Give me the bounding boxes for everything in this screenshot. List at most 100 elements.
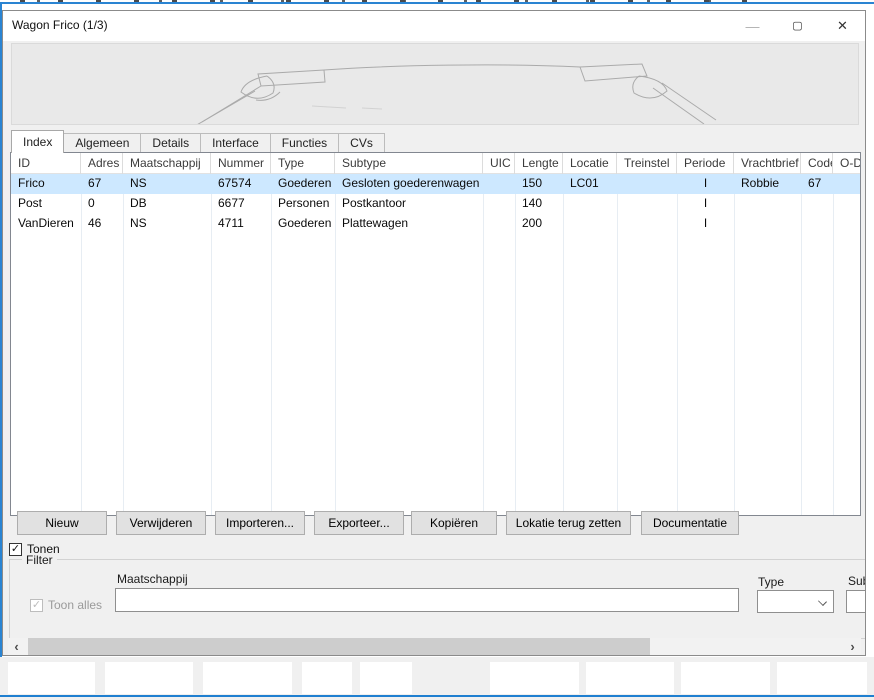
cell-subtype: Postkantoor	[335, 194, 483, 214]
background-window-border-bottom	[0, 695, 874, 697]
background-window-border-top	[0, 2, 874, 4]
cell-type: Personen	[271, 194, 335, 214]
column-header-subtype[interactable]: Subtype	[335, 153, 483, 174]
copy-button[interactable]: Kopiëren	[411, 511, 497, 535]
cell-code: 67	[801, 174, 833, 194]
type-dropdown[interactable]	[757, 590, 834, 613]
background-button[interactable]	[360, 662, 412, 694]
cell-vrachtbrief	[734, 194, 801, 214]
tab-index[interactable]: Index	[11, 130, 64, 153]
tab-strip: Index Algemeen Details Interface Functie…	[11, 130, 384, 153]
column-header-locatie[interactable]: Locatie	[563, 153, 617, 174]
import-button[interactable]: Importeren...	[215, 511, 305, 535]
new-button[interactable]: Nieuw	[17, 511, 107, 535]
export-button[interactable]: Exporteer...	[314, 511, 404, 535]
cell-uic	[483, 214, 515, 234]
background-button[interactable]	[777, 662, 867, 694]
cell-nummer: 67574	[211, 174, 271, 194]
cell-subtype: Plattewagen	[335, 214, 483, 234]
column-header-vrachtbrief[interactable]: Vrachtbrief	[734, 153, 801, 174]
cell-vrachtbrief	[734, 214, 801, 234]
tab-algemeen[interactable]: Algemeen	[63, 133, 141, 153]
scroll-left-icon[interactable]: ‹	[8, 638, 25, 655]
cell-od	[833, 194, 861, 214]
scroll-right-icon[interactable]: ›	[844, 638, 861, 655]
cell-periode: I	[677, 194, 734, 214]
reset-location-button[interactable]: Lokatie terug zetten	[506, 511, 631, 535]
column-header-nummer[interactable]: Nummer	[211, 153, 271, 174]
table-body: Frico 67 NS 67574 Goederen Gesloten goed…	[11, 174, 860, 234]
background-button[interactable]	[681, 662, 770, 694]
table-row[interactable]: VanDieren 46 NS 4711 Goederen Plattewage…	[11, 214, 860, 234]
cell-od	[833, 174, 861, 194]
column-header-treinstel[interactable]: Treinstel	[617, 153, 677, 174]
tab-functies[interactable]: Functies	[270, 133, 339, 153]
cell-treinstel	[617, 194, 677, 214]
title-bar[interactable]: Wagon Frico (1/3) — ▢ ✕	[3, 11, 865, 41]
type-label: Type	[758, 575, 784, 589]
cell-nummer: 4711	[211, 214, 271, 234]
cell-lengte: 200	[515, 214, 563, 234]
column-header-od[interactable]: O-D	[833, 153, 861, 174]
cell-uic	[483, 194, 515, 214]
cell-type: Goederen	[271, 214, 335, 234]
column-header-code[interactable]: Code	[801, 153, 833, 174]
maatschappij-input[interactable]	[115, 588, 739, 612]
background-button[interactable]	[203, 662, 292, 694]
tab-details[interactable]: Details	[140, 133, 201, 153]
tab-cvs[interactable]: CVs	[338, 133, 385, 153]
documentation-button[interactable]: Documentatie	[641, 511, 739, 535]
column-header-id[interactable]: ID	[11, 153, 81, 174]
wagon-preview-panel	[11, 43, 859, 125]
cell-type: Goederen	[271, 174, 335, 194]
minimize-button-icon[interactable]: —	[730, 11, 775, 40]
delete-button[interactable]: Verwijderen	[116, 511, 206, 535]
background-button[interactable]	[8, 662, 95, 694]
background-button[interactable]	[105, 662, 193, 694]
horizontal-scrollbar[interactable]: ‹ ›	[8, 638, 861, 655]
column-header-maatschappij[interactable]: Maatschappij	[123, 153, 211, 174]
background-button[interactable]	[586, 662, 674, 694]
background-button[interactable]	[490, 662, 579, 694]
table-row[interactable]: Frico 67 NS 67574 Goederen Gesloten goed…	[11, 174, 860, 194]
filter-group-title: Filter	[22, 553, 57, 567]
maximize-button-icon[interactable]: ▢	[775, 11, 820, 40]
table-header: ID Adres Maatschappij Nummer Type Subtyp…	[11, 153, 860, 174]
column-header-uic[interactable]: UIC	[483, 153, 515, 174]
background-button[interactable]	[302, 662, 352, 694]
cell-adres: 0	[81, 194, 123, 214]
table-row[interactable]: Post 0 DB 6677 Personen Postkantoor 140 …	[11, 194, 860, 214]
checkbox-checked-icon: ✓	[9, 543, 22, 556]
cell-subtype: Gesloten goederenwagen	[335, 174, 483, 194]
caption-buttons: — ▢ ✕	[730, 11, 865, 40]
cell-periode: I	[677, 214, 734, 234]
cell-locatie	[563, 194, 617, 214]
cell-lengte: 140	[515, 194, 563, 214]
cell-vrachtbrief: Robbie	[734, 174, 801, 194]
column-header-periode[interactable]: Periode	[677, 153, 734, 174]
cell-maatschappij: NS	[123, 174, 211, 194]
tab-interface[interactable]: Interface	[200, 133, 271, 153]
subtype-dropdown[interactable]	[846, 590, 866, 613]
wagon-sketch-image	[12, 44, 858, 124]
cell-lengte: 150	[515, 174, 563, 194]
column-header-lengte[interactable]: Lengte	[515, 153, 563, 174]
toon-alles-label: Toon alles	[48, 598, 102, 612]
cell-id: VanDieren	[11, 214, 81, 234]
cell-adres: 67	[81, 174, 123, 194]
chevron-down-icon	[818, 597, 827, 606]
close-button-icon[interactable]: ✕	[820, 11, 865, 40]
cell-adres: 46	[81, 214, 123, 234]
wagon-dialog: Wagon Frico (1/3) — ▢ ✕	[2, 10, 866, 656]
cell-treinstel	[617, 174, 677, 194]
cell-locatie	[563, 214, 617, 234]
column-header-adres[interactable]: Adres	[81, 153, 123, 174]
cell-od	[833, 214, 861, 234]
column-header-type[interactable]: Type	[271, 153, 335, 174]
cell-treinstel	[617, 214, 677, 234]
cell-periode: I	[677, 174, 734, 194]
toon-alles-checkbox: ✓ Toon alles	[30, 598, 102, 612]
cell-code	[801, 194, 833, 214]
scrollbar-thumb[interactable]	[28, 638, 650, 655]
background-window-bottom	[0, 657, 874, 700]
